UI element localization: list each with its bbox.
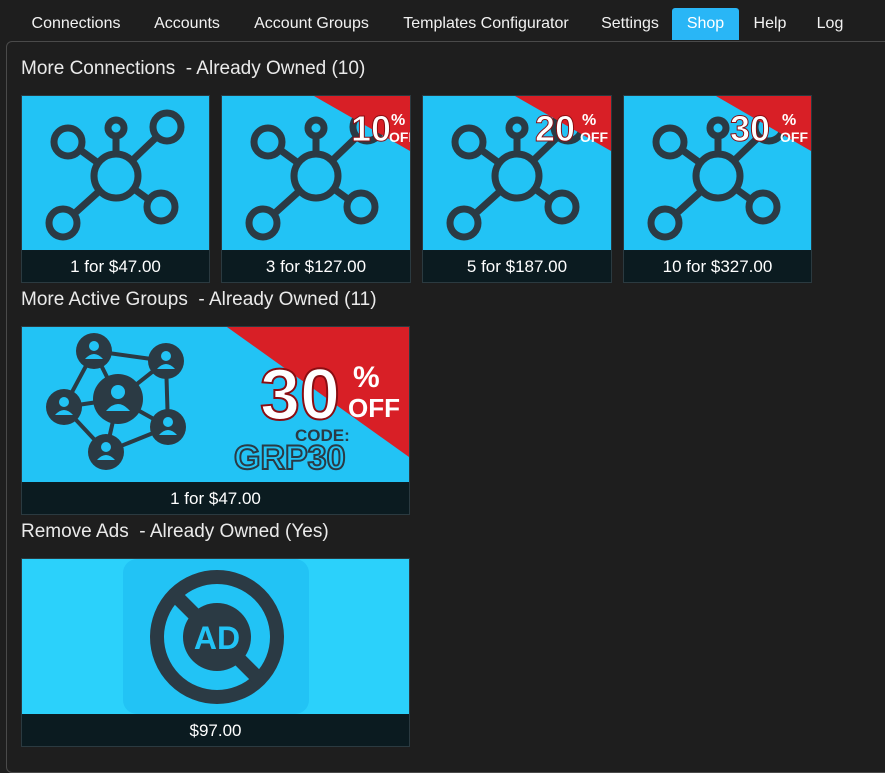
network-hub-icon: 30 % OFF xyxy=(647,96,811,241)
svg-text:30: 30 xyxy=(260,355,340,435)
svg-text:%: % xyxy=(353,361,380,394)
product-price: $97.00 xyxy=(22,715,409,746)
tab-settings[interactable]: Settings xyxy=(592,8,668,40)
tab-help[interactable]: Help xyxy=(745,8,795,40)
svg-text:%: % xyxy=(391,112,405,129)
promo-code: GRP30 xyxy=(234,439,346,477)
svg-text:AD: AD xyxy=(194,620,240,656)
network-hub-icon xyxy=(45,109,185,241)
section-title-groups: More Active Groups - Already Owned (11) xyxy=(21,289,377,310)
product-price: 10 for $327.00 xyxy=(624,251,811,282)
svg-text:30: 30 xyxy=(730,108,770,149)
product-card-connections-1[interactable]: 1 for $47.00 xyxy=(21,95,210,283)
svg-text:10: 10 xyxy=(351,108,391,149)
tab-log[interactable]: Log xyxy=(808,8,852,40)
tab-shop[interactable]: Shop xyxy=(672,8,739,40)
tab-accounts[interactable]: Accounts xyxy=(140,8,234,40)
product-card-connections-3[interactable]: 10 % OFF 3 for $127.00 xyxy=(221,95,411,283)
main-tab-bar: Connections Accounts Account Groups Temp… xyxy=(0,0,885,42)
product-price: 1 for $47.00 xyxy=(22,251,209,282)
svg-text:20: 20 xyxy=(535,108,575,149)
product-card-remove-ads[interactable]: AD $97.00 xyxy=(21,558,410,747)
section-title-ads: Remove Ads - Already Owned (Yes) xyxy=(21,521,329,542)
product-price: 1 for $47.00 xyxy=(22,483,409,514)
tab-account-groups[interactable]: Account Groups xyxy=(240,8,383,40)
network-hub-icon: 20 % OFF xyxy=(446,96,611,241)
svg-text:OFF: OFF xyxy=(389,129,410,145)
section-title-connections: More Connections - Already Owned (10) xyxy=(21,58,366,79)
svg-text:OFF: OFF xyxy=(348,393,400,423)
svg-text:OFF: OFF xyxy=(580,129,608,145)
svg-text:OFF: OFF xyxy=(780,129,808,145)
svg-text:%: % xyxy=(782,112,796,129)
product-price: 3 for $127.00 xyxy=(222,251,410,282)
product-card-groups-1[interactable]: 30 % OFF CODE: GRP30 1 for $47.00 xyxy=(21,326,410,515)
tab-templates-configurator[interactable]: Templates Configurator xyxy=(390,8,582,40)
product-price: 5 for $187.00 xyxy=(423,251,611,282)
product-card-connections-10[interactable]: 30 % OFF 10 for $327.00 xyxy=(623,95,812,283)
network-hub-icon: 10 % OFF xyxy=(245,96,410,241)
discount-ribbon: 20 % OFF xyxy=(515,96,611,151)
tab-connections[interactable]: Connections xyxy=(16,8,136,40)
user-network-icon: 30 % OFF CODE: GRP30 xyxy=(46,327,409,478)
no-ads-icon: AD xyxy=(123,559,309,714)
discount-ribbon: 30 % OFF xyxy=(716,96,811,151)
discount-ribbon: 10 % OFF xyxy=(314,96,410,151)
product-card-connections-5[interactable]: 20 % OFF 5 for $187.00 xyxy=(422,95,612,283)
svg-text:%: % xyxy=(582,112,596,129)
